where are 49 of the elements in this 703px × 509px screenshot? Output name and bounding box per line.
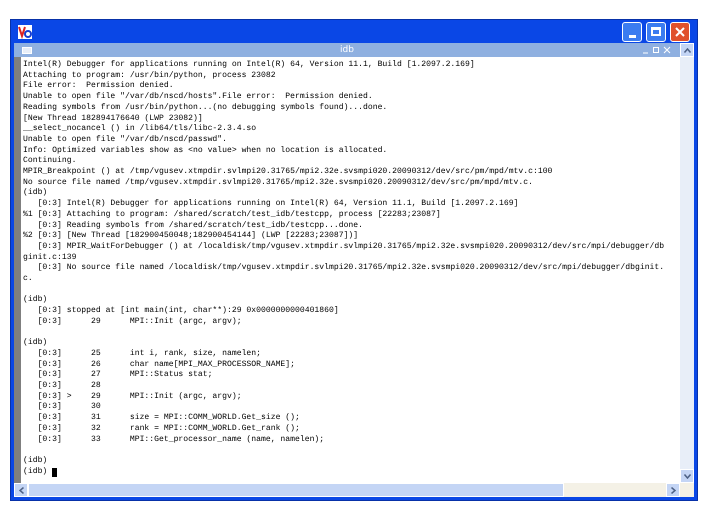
console-line: No source file named /tmp/vgusev.xtmpdir.svlmpi20.31765/mpi2.32e.svsmpi020.20090312/dev/src/pm/mpd/mtv.c. bbox=[23, 178, 533, 188]
console-line: Attaching to program: /usr/bin/python, process 23082 bbox=[23, 70, 276, 81]
console-line: (idb) bbox=[23, 466, 48, 478]
console-line: [0:3] 29 MPI::Init (argc, argv); bbox=[36, 316, 242, 328]
console-line: [New Thread 182894176640 (LWP 23082)] bbox=[23, 114, 203, 124]
console-line: [0:3] 30 bbox=[36, 402, 101, 413]
console-line: Info: Optimized variables show as <no value> when no location is allocated. bbox=[23, 146, 388, 156]
app-logo-icon bbox=[18, 24, 32, 38]
scroll-left-button[interactable] bbox=[14, 483, 28, 497]
vertical-scrollbar[interactable] bbox=[680, 43, 694, 483]
scroll-right-button[interactable] bbox=[666, 483, 680, 497]
maximize-button[interactable] bbox=[646, 22, 666, 42]
scroll-up-button[interactable] bbox=[680, 43, 694, 57]
console-line: Unable to open file "/var/db/nscd/passwd". bbox=[23, 134, 227, 146]
console-line: Intel(R) Debugger for applications running on Intel(R) 64, Version 11.1, Build [1.2097.2.169] bbox=[23, 60, 475, 71]
console-line: [0:3] Intel(R) Debugger for applications running on Intel(R) 64, Version 11.1, Build [1.2097.2.169] bbox=[36, 199, 518, 210]
console-line: [0:3] 31 size = MPI::COMM_WORLD.Get_size (); bbox=[36, 413, 300, 424]
console-line: [0:3] > 29 MPI::Init (argc, argv); bbox=[36, 392, 242, 402]
console-line: [0:3] stopped at [int main(int, char**):29 0x0000000000401860] bbox=[36, 306, 339, 317]
console-line: Reading symbols from /usr/bin/python...(no debugging symbols found)...done. bbox=[23, 102, 388, 114]
console-line: (idb) bbox=[23, 188, 48, 199]
console-line: [0:3] MPIR_WaitForDebugger () at /localdisk/tmp/vgusev.xtmpdir.svlmpi20.31765/mpi2.32e.svsmpi020.20090312/dev/src/mpi/debugger/db bbox=[36, 242, 664, 253]
console-line: MPIR_Breakpoint () at /tmp/vgusev.xtmpdir.svlmpi20.31765/mpi2.32e.svsmpi020.20090312/dev/src/pm/mpd/mtv.c:100 bbox=[23, 167, 552, 178]
console-line: [0:3] 27 MPI::Status stat; bbox=[36, 370, 212, 381]
close-button[interactable] bbox=[670, 22, 690, 42]
console-line: %1 [0:3] Attaching to program: /shared/scratch/test_idb/testcpp, process [22283;23087] bbox=[23, 210, 441, 221]
console-line: (idb) bbox=[23, 338, 48, 349]
console-line: File error: Permission denied. bbox=[23, 81, 174, 92]
console-line: [0:3] 28 bbox=[36, 381, 101, 392]
inner-window-title: idb bbox=[340, 46, 354, 54]
console-line: (idb) bbox=[23, 456, 48, 467]
console-line: [0:3] 26 char name[MPI_MAX_PROCESSOR_NAME]; bbox=[36, 360, 295, 370]
console-line: Unable to open file "/var/db/nscd/hosts".File error: Permission denied. bbox=[23, 92, 373, 103]
console-line: [0:3] No source file named /localdisk/tmp/vgusev.xtmpdir.svlmpi20.31765/mpi2.32e.svsmpi020.20090312/dev/src/mpi/debugger/dbginit. bbox=[36, 263, 664, 274]
console-line: [0:3] 33 MPI::Get_processor_name (name, namelen); bbox=[36, 434, 324, 446]
console-line: [0:3] 32 rank = MPI::COMM_WORLD.Get_rank (); bbox=[36, 424, 300, 435]
console-line: __select_nocancel () in /lib64/tls/libc-2.3.4.so bbox=[23, 124, 256, 135]
scroll-down-button[interactable] bbox=[680, 469, 694, 483]
console-line: %2 [0:3] [New Thread [182900450048;182900454144] (LWP [22283;23087])] bbox=[23, 231, 358, 242]
console-line: [0:3] 25 int i, rank, size, namelen; bbox=[36, 348, 261, 360]
scroll-thumb[interactable] bbox=[28, 483, 564, 497]
minimize-button[interactable] bbox=[622, 22, 642, 42]
console-line: (idb) bbox=[23, 295, 48, 306]
console-line: [0:3] Reading symbols from /shared/scratch/test_idb/testcpp...done. bbox=[36, 220, 363, 231]
console-line: ginit.c:139 bbox=[23, 252, 76, 263]
close-icon bbox=[675, 26, 685, 36]
console-line: Continuing. bbox=[23, 156, 76, 167]
horizontal-scrollbar[interactable] bbox=[14, 483, 694, 497]
console-line: c. bbox=[23, 274, 33, 285]
